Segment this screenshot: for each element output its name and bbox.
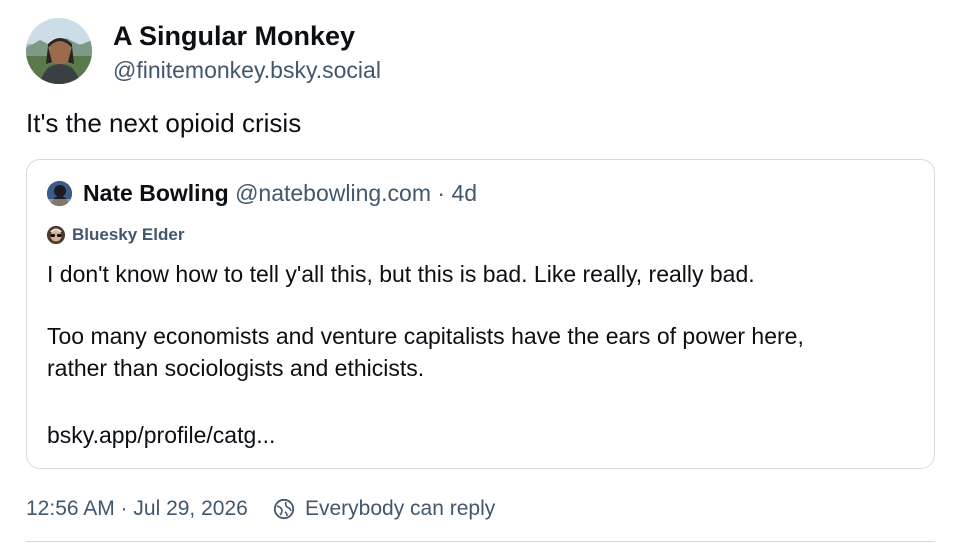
quoted-author-display-name[interactable]: Nate Bowling — [83, 180, 229, 206]
author-display-name[interactable]: A Singular Monkey — [113, 20, 355, 52]
header-separator: · — [437, 180, 446, 206]
badge-label: Bluesky Elder — [72, 225, 185, 244]
quoted-post-line: rather than sociologists and ethicists. — [47, 355, 425, 381]
quoted-post-line: I don't know how to tell y'all this, but… — [47, 261, 755, 287]
post-thread-item: A Singular Monkey @finitemonkey.bsky.soc… — [0, 0, 960, 548]
quoted-author-avatar[interactable] — [47, 181, 72, 206]
globe-icon — [273, 498, 295, 520]
quoted-author-handle[interactable]: @natebowling.com — [235, 180, 431, 206]
elder-badge-icon — [47, 226, 65, 244]
quoted-post-age[interactable]: 4d — [451, 180, 477, 206]
post-text: It's the next opioid crisis — [26, 108, 302, 138]
author-handle[interactable]: @finitemonkey.bsky.social — [113, 56, 381, 84]
quoted-post-card[interactable]: Nate Bowling @natebowling.com · 4d Blues… — [26, 159, 935, 469]
reply-setting-label[interactable]: Everybody can reply — [305, 494, 495, 524]
quoted-post-line: Too many economists and venture capitali… — [47, 323, 804, 349]
post-timestamp[interactable]: 12:56 AM · Jul 29, 2026 — [26, 494, 248, 524]
divider — [26, 541, 935, 542]
quoted-post-header: Nate Bowling @natebowling.com · 4d — [83, 178, 477, 208]
author-avatar[interactable] — [26, 18, 92, 84]
quoted-post-link[interactable]: bsky.app/profile/catg... — [47, 419, 275, 451]
